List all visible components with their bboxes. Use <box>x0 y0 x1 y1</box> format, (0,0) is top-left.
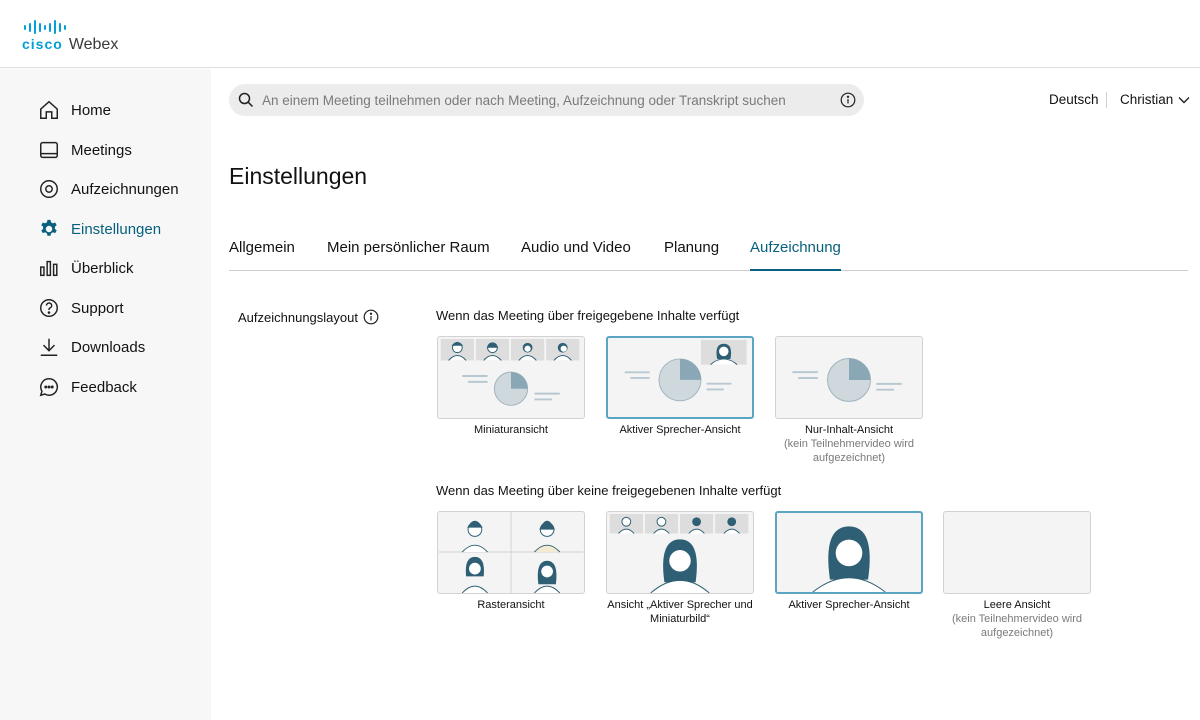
sidebar: Home Meetings Aufzeichnungen Einstellung… <box>0 69 211 720</box>
layout-option-grid[interactable]: Rasteransicht <box>437 511 585 612</box>
chevron-down-icon <box>1178 96 1190 103</box>
tab-scheduling[interactable]: Planung <box>664 239 719 271</box>
cisco-bars-icon <box>24 20 118 34</box>
help-icon <box>40 299 58 317</box>
meetings-icon <box>40 141 58 159</box>
sidebar-item-label: Support <box>71 299 124 317</box>
layout-preview <box>606 336 754 419</box>
tab-personal-room[interactable]: Mein persönlicher Raum <box>327 239 490 271</box>
layout-preview <box>775 336 923 419</box>
layout-option-label: Miniaturansicht <box>474 424 548 436</box>
layout-option-label: Rasteransicht <box>477 599 545 611</box>
layout-option-label: Aktiver Sprecher-Ansicht <box>619 424 741 436</box>
layout-option-blank[interactable]: Leere Ansicht (kein Teilnehmervideo wird… <box>943 511 1091 640</box>
sidebar-item-label: Überblick <box>71 259 134 277</box>
layout-option-active-speaker[interactable]: Aktiver Sprecher-Ansicht <box>606 336 754 437</box>
layout-option-label: Ansicht „Aktiver Sprecher und Miniaturbi… <box>607 599 753 625</box>
layout-option-note: (kein Teilnehmervideo wird aufgezeichnet… <box>783 438 915 464</box>
grid-view-illustration <box>438 512 584 593</box>
active-speaker-only-illustration <box>812 526 886 592</box>
shared-content-heading: Wenn das Meeting über freigegebene Inhal… <box>436 308 740 323</box>
tab-general[interactable]: Allgemein <box>229 239 295 271</box>
recording-layout-text: Aufzeichnungslayout <box>238 309 358 325</box>
logo-cisco-text: cisco <box>22 36 63 52</box>
layout-preview <box>943 511 1091 594</box>
sidebar-item-label: Downloads <box>71 338 146 356</box>
sidebar-item-downloads[interactable]: Downloads <box>38 336 145 358</box>
layout-preview <box>437 336 585 419</box>
layout-preview <box>775 511 923 594</box>
user-menu[interactable]: Christian <box>1120 92 1191 107</box>
content-only-illustration <box>792 357 902 402</box>
layout-preview <box>606 511 754 594</box>
info-icon[interactable] <box>363 309 379 325</box>
active-speaker-illustration <box>624 339 747 402</box>
sidebar-item-label: Meetings <box>71 141 132 159</box>
thumbnail-view-illustration <box>440 338 580 406</box>
language-selector[interactable]: Deutsch <box>1049 92 1099 107</box>
download-icon <box>40 338 58 356</box>
user-name: Christian <box>1120 92 1174 107</box>
layout-option-label: Aktiver Sprecher-Ansicht <box>788 599 910 611</box>
tab-recording[interactable]: Aufzeichnung <box>750 239 841 271</box>
layout-option-active-speaker-only[interactable]: Aktiver Sprecher-Ansicht <box>775 511 923 612</box>
layout-option-label: Nur-Inhalt-Ansicht <box>804 424 894 436</box>
sidebar-item-overview[interactable]: Überblick <box>38 257 134 279</box>
sidebar-item-label: Home <box>71 101 112 119</box>
layout-option-content-only[interactable]: Nur-Inhalt-Ansicht (kein Teilnehmervideo… <box>775 336 923 465</box>
top-bar: cisco Webex <box>0 0 1200 68</box>
sidebar-item-feedback[interactable]: Feedback <box>38 376 137 398</box>
header-divider <box>1106 92 1107 108</box>
gear-icon <box>41 219 57 236</box>
recordings-icon <box>40 180 58 198</box>
logo-webex-text: Webex <box>68 36 119 53</box>
search-input[interactable] <box>262 84 822 116</box>
cisco-webex-logo[interactable]: cisco Webex <box>22 20 118 54</box>
page-title: Einstellungen <box>229 163 368 189</box>
layout-option-speaker-thumbnail[interactable]: Ansicht „Aktiver Sprecher und Miniaturbi… <box>606 511 754 626</box>
bar-chart-icon <box>40 260 58 277</box>
sidebar-item-label: Feedback <box>71 378 137 396</box>
sidebar-item-meetings[interactable]: Meetings <box>38 139 132 161</box>
search-bar <box>229 84 864 116</box>
recording-layout-label: Aufzeichnungslayout <box>238 309 379 325</box>
layout-option-thumbnail[interactable]: Miniaturansicht <box>437 336 585 437</box>
speaker-thumbnail-illustration <box>609 513 749 593</box>
settings-tabs: Allgemein Mein persönlicher Raum Audio u… <box>229 239 1188 271</box>
sidebar-item-home[interactable]: Home <box>38 99 111 121</box>
info-icon[interactable] <box>840 92 856 108</box>
sidebar-item-support[interactable]: Support <box>38 297 124 319</box>
sidebar-item-label: Einstellungen <box>71 220 162 238</box>
tab-audio-video[interactable]: Audio und Video <box>521 239 631 271</box>
layout-option-note: (kein Teilnehmervideo wird aufgezeichnet… <box>951 613 1083 639</box>
sidebar-item-recordings[interactable]: Aufzeichnungen <box>38 178 179 200</box>
sidebar-item-label: Aufzeichnungen <box>71 180 179 198</box>
sidebar-item-settings[interactable]: Einstellungen <box>38 218 161 240</box>
layout-preview <box>437 511 585 594</box>
layout-option-label: Leere Ansicht <box>983 599 1051 611</box>
no-shared-content-heading: Wenn das Meeting über keine freigegebene… <box>436 483 782 498</box>
feedback-icon <box>39 378 58 397</box>
home-icon <box>40 100 58 119</box>
search-icon <box>238 92 254 108</box>
